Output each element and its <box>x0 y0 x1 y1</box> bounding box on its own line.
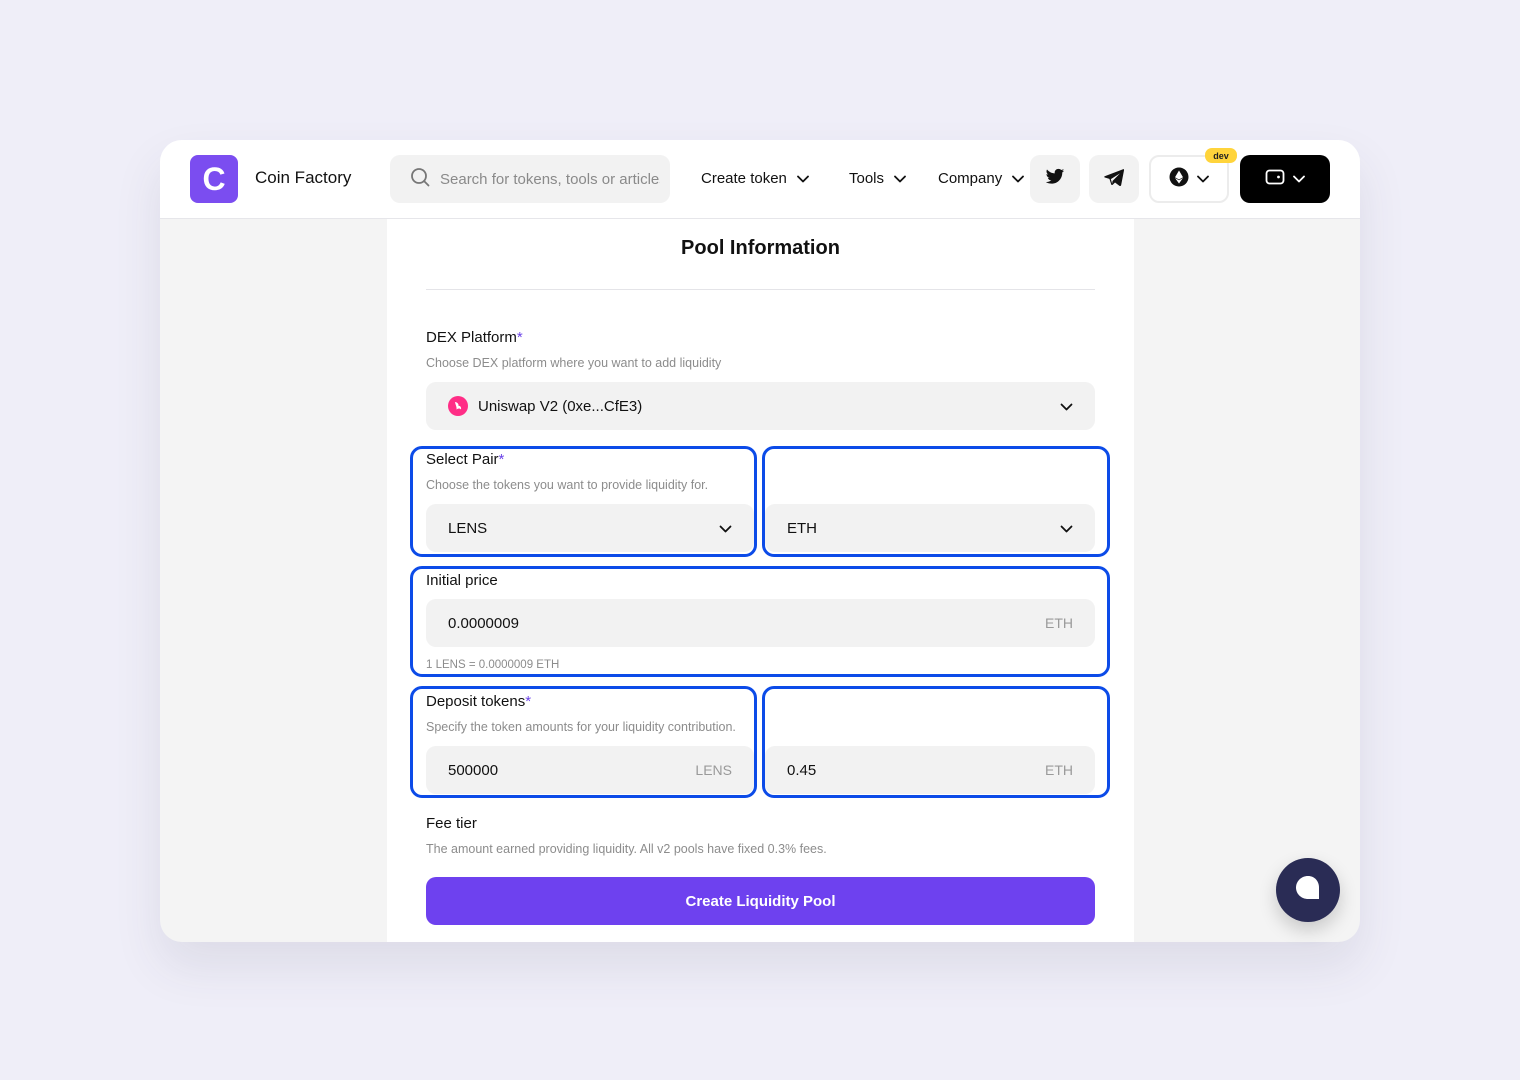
search-box[interactable] <box>390 155 670 203</box>
pool-form-panel: Pool Information DEX Platform* Choose DE… <box>387 219 1134 942</box>
twitter-button[interactable] <box>1030 155 1080 203</box>
wallet-icon <box>1265 168 1285 191</box>
brand-name[interactable]: Coin Factory <box>255 168 351 188</box>
chevron-down-icon <box>1060 398 1073 415</box>
telegram-icon <box>1104 168 1125 191</box>
highlight-deposit-a <box>410 686 757 798</box>
dex-platform-help: Choose DEX platform where you want to ad… <box>426 356 722 370</box>
nav-tools-label: Tools <box>849 170 885 187</box>
wallet-button[interactable] <box>1240 155 1330 203</box>
nav-company[interactable]: Company <box>938 170 1025 187</box>
top-header: C Coin Factory Create token Tools Compan… <box>160 140 1360 219</box>
required-marker: * <box>516 329 523 346</box>
chevron-down-icon <box>894 170 906 187</box>
page-title: Pool Information <box>681 237 840 259</box>
dex-platform-label-text: DEX Platform <box>426 329 517 346</box>
dex-platform-label: DEX Platform* <box>426 329 523 346</box>
chevron-down-icon <box>1197 170 1209 188</box>
app-window: C Coin Factory Create token Tools Compan… <box>160 140 1360 942</box>
highlight-initial-price <box>410 566 1110 677</box>
search-input[interactable] <box>440 170 660 188</box>
chat-support-button[interactable] <box>1276 858 1340 922</box>
highlight-deposit-b <box>762 686 1110 798</box>
title-divider <box>426 289 1095 290</box>
chevron-down-icon <box>1293 170 1305 188</box>
twitter-icon <box>1045 168 1065 191</box>
create-liquidity-pool-button[interactable]: Create Liquidity Pool <box>426 877 1095 925</box>
nav-create-token[interactable]: Create token <box>701 170 809 187</box>
dex-platform-select[interactable]: Uniswap V2 (0xe...CfE3) <box>426 382 1095 430</box>
nav-create-token-label: Create token <box>701 170 787 187</box>
fee-tier-help: The amount earned providing liquidity. A… <box>426 842 827 856</box>
search-icon <box>410 167 430 192</box>
dex-platform-value: Uniswap V2 (0xe...CfE3) <box>478 397 643 415</box>
highlight-select-pair-a <box>410 446 757 557</box>
dev-badge: dev <box>1205 148 1237 163</box>
nav-tools[interactable]: Tools <box>849 170 906 187</box>
uniswap-icon <box>448 396 468 416</box>
highlight-select-pair-b <box>762 446 1110 557</box>
chevron-down-icon <box>796 170 809 187</box>
ethereum-icon <box>1169 167 1189 192</box>
chat-icon <box>1293 873 1323 908</box>
fee-tier-label: Fee tier <box>426 815 477 832</box>
coin-factory-logo[interactable]: C <box>190 155 238 203</box>
chevron-down-icon <box>1012 170 1025 187</box>
telegram-button[interactable] <box>1089 155 1139 203</box>
nav-company-label: Company <box>938 170 1003 187</box>
